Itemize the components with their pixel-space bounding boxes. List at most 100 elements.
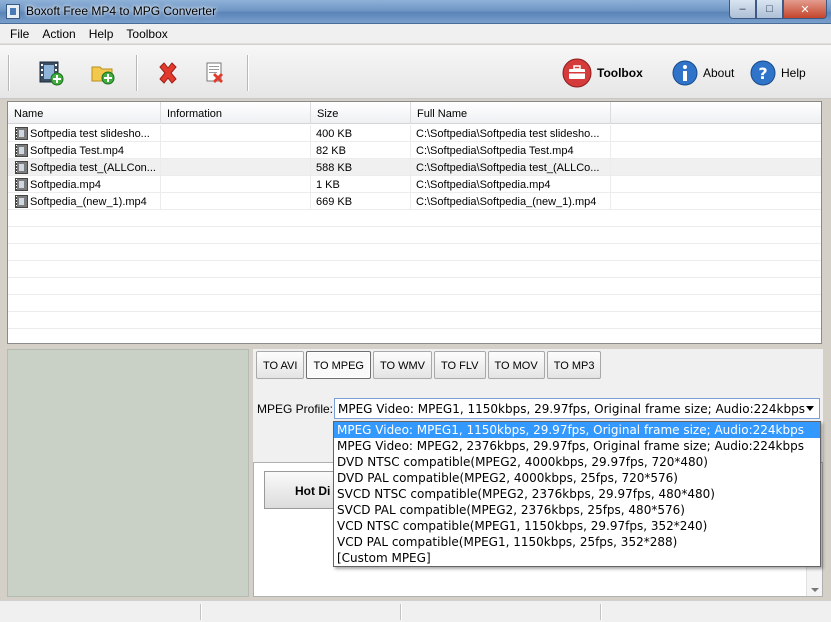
- status-separator: [400, 604, 402, 620]
- column-header-size[interactable]: Size: [311, 102, 411, 124]
- video-file-icon: [15, 127, 28, 140]
- menu-bar: File Action Help Toolbox: [0, 24, 831, 44]
- tab-to-avi[interactable]: TO AVI: [256, 351, 305, 379]
- menu-action[interactable]: Action: [36, 24, 82, 43]
- video-file-icon: [15, 195, 28, 208]
- help-button[interactable]: ? Help: [750, 59, 806, 87]
- cell-size: 82 KB: [311, 142, 411, 159]
- file-name: Softpedia Test.mp4: [30, 145, 124, 157]
- format-tabs: TO AVI TO MPEG TO WMV TO FLV TO MOV TO M…: [256, 351, 602, 379]
- close-icon: ✕: [800, 3, 810, 16]
- dropdown-option[interactable]: VCD PAL compatible(MPEG1, 1150kbps, 25fp…: [334, 534, 820, 550]
- tab-to-mov[interactable]: TO MOV: [487, 351, 545, 379]
- column-header-information[interactable]: Information: [161, 102, 311, 124]
- column-header-name[interactable]: Name: [8, 102, 161, 124]
- preview-panel: [7, 349, 249, 597]
- cell-full-name: C:\Softpedia\Softpedia Test.mp4: [411, 142, 611, 159]
- menu-help[interactable]: Help: [83, 24, 121, 43]
- empty-row: [8, 312, 821, 329]
- cell-full-name: C:\Softpedia\Softpedia.mp4: [411, 176, 611, 193]
- toolbar-separator: [247, 55, 249, 91]
- profile-dropdown-list[interactable]: MPEG Video: MPEG1, 1150kbps, 29.97fps, O…: [333, 421, 821, 567]
- tab-to-wmv[interactable]: TO WMV: [372, 351, 432, 379]
- cell-size: 400 KB: [311, 125, 411, 142]
- dropdown-option[interactable]: SVCD NTSC compatible(MPEG2, 2376kbps, 29…: [334, 486, 820, 502]
- video-file-icon: [15, 178, 28, 191]
- table-row[interactable]: Softpedia test slidesho... 400 KB C:\Sof…: [8, 125, 821, 142]
- clear-list-button[interactable]: [204, 59, 228, 87]
- toolbar: Toolbox About ? Help: [0, 45, 831, 99]
- add-folder-button[interactable]: [90, 59, 116, 87]
- dropdown-option[interactable]: MPEG Video: MPEG1, 1150kbps, 29.97fps, O…: [334, 422, 820, 438]
- toolbox-button[interactable]: Toolbox: [562, 58, 643, 88]
- status-separator: [200, 604, 202, 620]
- dropdown-option[interactable]: DVD PAL compatible(MPEG2, 4000kbps, 25fp…: [334, 470, 820, 486]
- about-button[interactable]: About: [672, 59, 734, 87]
- table-row[interactable]: Softpedia.mp4 1 KB C:\Softpedia\Softpedi…: [8, 176, 821, 193]
- tab-to-mpeg[interactable]: TO MPEG: [306, 351, 371, 379]
- empty-row: [8, 244, 821, 261]
- video-file-icon: [15, 144, 28, 157]
- video-file-icon: [15, 161, 28, 174]
- window-controls: – □ ✕: [729, 0, 827, 19]
- maximize-icon: □: [766, 3, 773, 15]
- cell-name: Softpedia test slidesho...: [8, 125, 161, 142]
- file-name: Softpedia.mp4: [30, 179, 101, 191]
- table-row[interactable]: Softpedia Test.mp4 82 KB C:\Softpedia\So…: [8, 142, 821, 159]
- empty-row: [8, 295, 821, 312]
- cell-full-name: C:\Softpedia\Softpedia test_(ALLCo...: [411, 159, 611, 176]
- svg-text:?: ?: [758, 64, 767, 83]
- remove-button[interactable]: [156, 59, 180, 87]
- tab-to-flv[interactable]: TO FLV: [434, 351, 486, 379]
- profile-select[interactable]: MPEG Video: MPEG1, 1150kbps, 29.97fps, O…: [334, 398, 820, 419]
- menu-toolbox[interactable]: Toolbox: [120, 24, 174, 43]
- add-folder-icon: [91, 66, 115, 85]
- cell-information: [161, 193, 311, 210]
- add-video-button[interactable]: [38, 59, 64, 87]
- minimize-icon: –: [739, 3, 746, 15]
- cell-full-name: C:\Softpedia\Softpedia test slidesho...: [411, 125, 611, 142]
- tab-to-mp3[interactable]: TO MP3: [546, 351, 602, 379]
- chevron-down-icon: [806, 406, 814, 411]
- empty-row: [8, 278, 821, 295]
- scroll-down-icon: [811, 588, 819, 592]
- info-icon: [672, 60, 698, 86]
- about-label: About: [703, 66, 735, 80]
- toolbox-icon: [562, 58, 592, 88]
- help-label: Help: [781, 66, 806, 80]
- column-header-full-name[interactable]: Full Name: [411, 102, 611, 124]
- dropdown-option[interactable]: MPEG Video: MPEG2, 2376kbps, 29.97fps, O…: [334, 438, 820, 454]
- dropdown-option[interactable]: [Custom MPEG]: [334, 550, 820, 566]
- maximize-button[interactable]: □: [756, 0, 783, 19]
- minimize-button[interactable]: –: [729, 0, 756, 19]
- cell-information: [161, 176, 311, 193]
- cell-name: Softpedia.mp4: [8, 176, 161, 193]
- status-bar: [0, 600, 831, 622]
- table-row[interactable]: Softpedia_(new_1).mp4 669 KB C:\Softpedi…: [8, 193, 821, 210]
- cell-name: Softpedia test_(ALLCon...: [8, 159, 161, 176]
- menu-file[interactable]: File: [4, 24, 36, 43]
- empty-row: [8, 210, 821, 227]
- toolbox-label: Toolbox: [597, 66, 643, 80]
- dropdown-option[interactable]: SVCD PAL compatible(MPEG2, 2376kbps, 25f…: [334, 502, 820, 518]
- dropdown-option[interactable]: VCD NTSC compatible(MPEG1, 1150kbps, 29.…: [334, 518, 820, 534]
- file-name: Softpedia test_(ALLCon...: [30, 162, 156, 174]
- empty-row: [8, 261, 821, 278]
- file-list[interactable]: Name Information Size Full Name Softpedi…: [7, 101, 822, 344]
- window-title: Boxoft Free MP4 to MPG Converter: [26, 4, 217, 18]
- toolbar-separator: [8, 55, 10, 91]
- close-button[interactable]: ✕: [783, 0, 827, 19]
- delete-x-icon: [159, 62, 177, 84]
- help-question-icon: ?: [750, 60, 776, 86]
- profile-label: MPEG Profile:: [257, 402, 334, 416]
- empty-row: [8, 227, 821, 244]
- table-row[interactable]: Softpedia test_(ALLCon... 588 KB C:\Soft…: [8, 159, 821, 176]
- cell-size: 1 KB: [311, 176, 411, 193]
- cell-information: [161, 159, 311, 176]
- cell-full-name: C:\Softpedia\Softpedia_(new_1).mp4: [411, 193, 611, 210]
- title-bar: Boxoft Free MP4 to MPG Converter – □ ✕: [0, 0, 831, 24]
- dropdown-option[interactable]: DVD NTSC compatible(MPEG2, 4000kbps, 29.…: [334, 454, 820, 470]
- status-separator: [600, 604, 602, 620]
- cell-size: 588 KB: [311, 159, 411, 176]
- clear-list-icon: [206, 62, 223, 83]
